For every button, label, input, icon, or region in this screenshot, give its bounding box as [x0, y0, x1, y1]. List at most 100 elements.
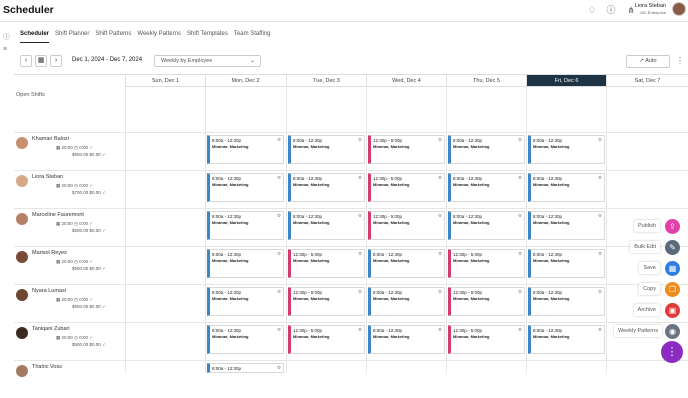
avatar[interactable] [16, 137, 28, 149]
shift-settings-icon[interactable]: ⚙ [277, 137, 281, 143]
shift-card[interactable]: 8:00a - 12:30p Miramar, Marketing ⚙ [207, 173, 284, 202]
fab-label-weekly-patterns[interactable]: Weekly Patterns [614, 325, 662, 337]
filter-icon[interactable]: ≡ [3, 46, 11, 54]
avatar[interactable] [16, 365, 28, 377]
shift-card[interactable]: 8:00a - 12:30p Miramar, Marketing ⚙ [528, 211, 605, 240]
copy-icon[interactable]: ❐ [665, 282, 680, 297]
shift-card[interactable]: 12:30p - 5:00p Miramar, Marketing ⚙ [368, 211, 445, 240]
shift-card[interactable]: 12:30p - 5:00p Miramar, Marketing ⚙ [368, 173, 445, 202]
view-select[interactable]: Weekly by Employee ⌄ [154, 55, 261, 67]
fab-label-save[interactable]: Save [639, 262, 660, 274]
next-week-button[interactable]: › [50, 55, 62, 67]
shift-settings-icon[interactable]: ⚙ [598, 213, 602, 219]
shift-card[interactable]: 12:30p - 5:00p Miramar, Marketing ⚙ [368, 135, 445, 164]
shift-card[interactable]: 8:00a - 12:30p Miramar, Marketing ⚙ [368, 249, 445, 278]
fab-label-archive[interactable]: Archive [633, 304, 660, 316]
prev-week-button[interactable]: ‹ [20, 55, 32, 67]
shift-settings-icon[interactable]: ⚙ [277, 365, 281, 371]
shift-card[interactable]: 8:00a - 12:30p Miramar, Marketing ⚙ [288, 135, 365, 164]
shift-settings-icon[interactable]: ⚙ [518, 289, 522, 295]
employee-name[interactable]: Khamari Balozi [32, 136, 69, 142]
shift-card[interactable]: 12:30p - 5:00p Miramar, Marketing ⚙ [448, 325, 525, 354]
user-name[interactable]: Liora Steban [635, 3, 666, 9]
shift-settings-icon[interactable]: ⚙ [518, 175, 522, 181]
auto-button[interactable]: ↗ Auto [626, 55, 670, 68]
employee-name[interactable]: Marisol Reyes [32, 250, 67, 256]
shift-settings-icon[interactable]: ⚙ [598, 327, 602, 333]
shift-card[interactable]: 12:30p - 5:00p Miramar, Marketing ⚙ [288, 287, 365, 316]
shift-card[interactable]: 8:00a - 12:30p Miramar, Marketing ⚙ [448, 211, 525, 240]
shift-settings-icon[interactable]: ⚙ [438, 213, 442, 219]
shift-settings-icon[interactable]: ⚙ [277, 327, 281, 333]
avatar[interactable] [16, 213, 28, 225]
publish-icon[interactable]: ⇪ [665, 219, 680, 234]
shift-settings-icon[interactable]: ⚙ [598, 175, 602, 181]
bell-icon[interactable]: ♢ [587, 4, 597, 16]
employee-name[interactable]: Taniqani Zubari [32, 326, 70, 332]
user-avatar[interactable] [672, 2, 686, 16]
shift-settings-icon[interactable]: ⚙ [518, 327, 522, 333]
tab-shift-planner[interactable]: Shift Planner [55, 31, 89, 43]
shift-settings-icon[interactable]: ⚙ [358, 327, 362, 333]
shift-settings-icon[interactable]: ⚙ [518, 251, 522, 257]
employee-name[interactable]: Nyara Lumasi [32, 288, 66, 294]
shift-settings-icon[interactable]: ⚙ [277, 289, 281, 295]
fab-menu-button[interactable]: ⋮ [661, 341, 683, 363]
pencil-icon[interactable]: ✎ [665, 240, 680, 255]
shift-card[interactable]: 8:00a - 12:30p Miramar, Marketing ⚙ [528, 135, 605, 164]
shift-settings-icon[interactable]: ⚙ [358, 251, 362, 257]
shift-settings-icon[interactable]: ⚙ [438, 327, 442, 333]
shift-settings-icon[interactable]: ⚙ [438, 251, 442, 257]
avatar[interactable] [16, 327, 28, 339]
archive-icon[interactable]: ▣ [665, 303, 680, 318]
shift-settings-icon[interactable]: ⚙ [438, 175, 442, 181]
shift-settings-icon[interactable]: ⚙ [438, 289, 442, 295]
fab-label-copy[interactable]: Copy [639, 283, 660, 295]
fab-label-bulk-edit[interactable]: Bulk Edit [630, 241, 660, 253]
more-options-icon[interactable]: ⋮ [676, 55, 684, 68]
shift-settings-icon[interactable]: ⚙ [358, 213, 362, 219]
tab-shift-patterns[interactable]: Shift Patterns [95, 31, 131, 43]
tab-scheduler[interactable]: Scheduler [20, 31, 50, 43]
shift-card[interactable]: 8:00a - 12:30p Miramar, Marketing ⚙ [528, 173, 605, 202]
shift-settings-icon[interactable]: ⚙ [358, 137, 362, 143]
shift-card[interactable]: 12:30p - 5:00p Miramar, Marketing ⚙ [288, 325, 365, 354]
shift-card[interactable]: 8:00a - 12:30p Miramar, Marketing ⚙ [368, 325, 445, 354]
shift-card[interactable]: 8:00a - 12:30p Miramar, Marketing ⚙ [207, 249, 284, 278]
employee-name[interactable]: Liora Steban [32, 174, 63, 180]
avatar[interactable] [16, 251, 28, 263]
shift-card[interactable]: 8:00a - 12:30p Miramar, Marketing ⚙ [207, 211, 284, 240]
shift-settings-icon[interactable]: ⚙ [358, 175, 362, 181]
tab-team-staffing[interactable]: Team Staffing [234, 31, 271, 43]
calendar-icon[interactable]: ▦ [35, 55, 47, 67]
shift-card[interactable]: 8:00a - 12:30p Miramar, Marketing ⚙ [528, 249, 605, 278]
shift-card[interactable]: 8:00a - 12:30p Miramar, Marketing ⚙ [528, 325, 605, 354]
shift-settings-icon[interactable]: ⚙ [598, 137, 602, 143]
shift-card[interactable]: 8:00a - 12:30p Miramar, Marketing ⚙ [288, 173, 365, 202]
shift-card[interactable]: 8:00a - 12:30p Miramar, Marketing ⚙ [368, 287, 445, 316]
shift-settings-icon[interactable]: ⚙ [277, 213, 281, 219]
employee-name[interactable]: Marceline Fauremont [32, 212, 84, 218]
shift-card[interactable]: 8:00a - 12:30p Miramar, Marketing ⚙ [207, 325, 284, 354]
avatar[interactable] [16, 175, 28, 187]
shift-card[interactable]: 8:00a - 12:30p Miramar, Marketing ⚙ [207, 287, 284, 316]
shift-settings-icon[interactable]: ⚙ [518, 137, 522, 143]
avatar[interactable] [16, 289, 28, 301]
shift-card[interactable]: 12:30p - 5:00p Miramar, Marketing ⚙ [448, 287, 525, 316]
shift-settings-icon[interactable]: ⚙ [277, 251, 281, 257]
tab-shift-templates[interactable]: Shift Templates [187, 31, 228, 43]
pattern-icon[interactable]: ◉ [665, 324, 680, 339]
shift-card[interactable]: 12:30p - 5:00p Miramar, Marketing ⚙ [288, 249, 365, 278]
employee-name[interactable]: Thalric Voss [32, 364, 62, 370]
fab-label-publish[interactable]: Publish [633, 220, 660, 232]
shift-settings-icon[interactable]: ⚙ [277, 175, 281, 181]
shift-settings-icon[interactable]: ⚙ [358, 289, 362, 295]
shift-card[interactable]: 8:00a - 12:30p Miramar, Marketing ⚙ [448, 173, 525, 202]
shift-card[interactable]: 12:30p - 5:00p Miramar, Marketing ⚙ [448, 249, 525, 278]
save-icon[interactable]: ▦ [665, 261, 680, 276]
help-icon[interactable]: ⓘ [606, 4, 616, 16]
shift-card[interactable]: 8:00a - 12:30p Miramar, Marketing ⚙ [288, 211, 365, 240]
shift-settings-icon[interactable]: ⚙ [438, 137, 442, 143]
shift-settings-icon[interactable]: ⚙ [518, 213, 522, 219]
shift-card[interactable]: 8:00a - 12:30p Miramar, Marketing ⚙ [528, 287, 605, 316]
